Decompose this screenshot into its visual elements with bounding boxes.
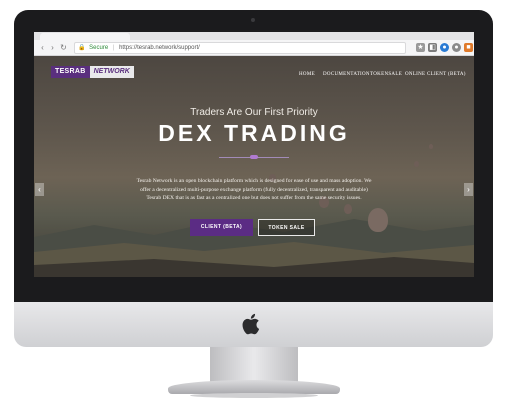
nav-tokensale[interactable]: TOKENSALE xyxy=(370,72,402,77)
hero-section: TESRAB NETWORK HOME DOCUMENTATION TOKENS… xyxy=(34,56,474,277)
extension-blue-icon[interactable]: ● xyxy=(440,43,449,52)
slider-prev-arrow[interactable]: ‹ xyxy=(35,183,44,196)
stand-shadow xyxy=(190,393,318,398)
extension-orange-icon[interactable]: ■ xyxy=(464,43,473,52)
browser-toolbar: ‹ › ↻ 🔒 Secure | https://tesrab.network/… xyxy=(34,40,474,56)
forward-icon[interactable]: › xyxy=(48,43,57,52)
nav-home[interactable]: HOME xyxy=(299,72,315,77)
brand-part2: NETWORK xyxy=(89,66,134,78)
reload-icon[interactable]: ↻ xyxy=(59,43,68,52)
brand-part1: TESRAB xyxy=(51,66,90,78)
hero-description: Tesrab Network is an open blockchain pla… xyxy=(136,178,372,202)
slider-next-arrow[interactable]: › xyxy=(464,183,473,196)
url-separator: | xyxy=(112,45,115,51)
extension-gray-icon[interactable]: ● xyxy=(452,43,461,52)
nav-documentation[interactable]: DOCUMENTATION xyxy=(323,72,370,77)
balloon-decoration xyxy=(344,204,352,214)
nav-online-client[interactable]: ONLINE CLIENT (BETA) xyxy=(405,72,466,77)
client-beta-button[interactable]: CLIENT (BETA) xyxy=(190,219,253,236)
balloon-decoration xyxy=(414,161,419,167)
screen: ‹ › ↻ 🔒 Secure | https://tesrab.network/… xyxy=(34,32,474,277)
extension-icon[interactable]: ◧ xyxy=(428,43,437,52)
imac-stand-neck xyxy=(210,347,298,383)
divider-accent xyxy=(250,155,258,159)
url-text: https://tesrab.network/support/ xyxy=(119,45,200,51)
back-icon[interactable]: ‹ xyxy=(38,43,47,52)
imac-stand-base xyxy=(168,380,340,394)
bookmark-star-icon[interactable]: ★ xyxy=(416,43,425,52)
balloon-decoration xyxy=(368,208,388,232)
tab-strip xyxy=(34,32,474,40)
address-bar[interactable]: 🔒 Secure | https://tesrab.network/suppor… xyxy=(74,42,406,54)
brand-logo[interactable]: TESRAB NETWORK xyxy=(51,66,134,78)
landscape-background xyxy=(34,219,474,277)
lock-icon: 🔒 xyxy=(78,45,86,51)
secure-label: Secure xyxy=(89,45,109,51)
hero-tagline: Traders Are Our First Priority xyxy=(190,107,318,118)
camera xyxy=(251,18,255,22)
browser-tab[interactable] xyxy=(40,33,130,40)
apple-logo-icon xyxy=(242,313,260,335)
token-sale-button[interactable]: TOKEN SALE xyxy=(258,219,315,236)
hero-headline: DEX TRADING xyxy=(158,120,350,146)
